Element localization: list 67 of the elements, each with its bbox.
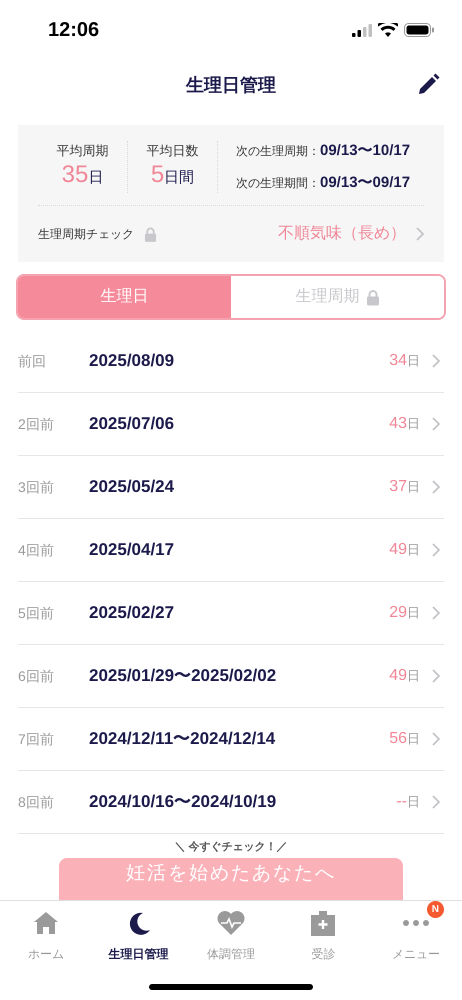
signal-icon: [352, 24, 372, 36]
stat-value: 35日: [62, 162, 104, 186]
cycle-days: 29日: [389, 601, 420, 625]
cycle-days: --日: [396, 790, 420, 814]
more-icon: [402, 919, 430, 927]
medical-kit-icon: [311, 910, 336, 936]
lock-icon: [144, 226, 157, 242]
heart-pulse-icon: [216, 910, 246, 936]
chevron-right-icon: [432, 795, 440, 809]
prediction-label: 次の生理周期：: [236, 142, 320, 160]
chevron-right-icon: [432, 354, 440, 368]
history-row[interactable]: 2回前 2025/07/06 43日: [18, 393, 444, 456]
history-label: 4回前: [18, 540, 55, 560]
battery-icon: [404, 23, 434, 37]
history-row[interactable]: 前回 2025/08/09 34日: [18, 330, 444, 393]
page-title: 生理日管理: [186, 74, 276, 96]
history-date: 2025/07/06: [89, 413, 174, 436]
history-label: 7回前: [18, 730, 55, 748]
history-date: 2025/02/27: [89, 602, 174, 624]
lock-icon: [366, 288, 380, 306]
history-date: 2024/10/16〜2024/10/19: [89, 791, 276, 814]
prediction-value: 09/13〜09/17: [320, 173, 410, 193]
chevron-right-icon: [432, 669, 440, 683]
cycle-days: 37日: [389, 475, 420, 499]
banner-caption: ＼ 今すぐチェック！／: [174, 840, 288, 854]
stat-value: 5日間: [150, 162, 194, 186]
cycle-check-label: 生理周期チェック: [38, 226, 134, 243]
cycle-days: 34日: [389, 349, 420, 373]
cycle-days: 49日: [389, 538, 420, 562]
status-time: 12:06: [48, 18, 100, 43]
chevron-right-icon: [432, 543, 440, 557]
history-label: 8回前: [18, 792, 55, 812]
prediction-label: 次の生理期間：: [236, 175, 320, 192]
history-label: 前回: [18, 352, 47, 370]
history-label: 3回前: [18, 478, 55, 496]
chevron-right-icon: [416, 227, 424, 241]
home-icon: [33, 911, 60, 935]
history-label: 5回前: [18, 604, 55, 622]
chevron-right-icon: [432, 480, 440, 494]
history-date: 2025/08/09: [89, 350, 174, 372]
wifi-icon: [378, 23, 398, 37]
prediction-value: 09/13〜10/17: [320, 140, 410, 160]
history-date: 2025/01/29〜2025/02/02: [89, 665, 276, 688]
notification-badge: N: [426, 901, 444, 918]
history-date: 2025/04/17: [89, 539, 174, 562]
cycle-days: 49日: [389, 664, 420, 688]
history-label: 2回前: [18, 414, 55, 434]
history-row[interactable]: 4回前 2025/04/17 49日: [18, 519, 444, 582]
history-date: 2024/12/11〜2024/12/14: [89, 728, 276, 750]
cycle-check-row[interactable]: 生理周期チェック 不順気味（長め）: [38, 206, 424, 262]
stat-label: 平均日数: [146, 142, 198, 160]
stat-label: 平均周期: [56, 142, 108, 160]
chevron-right-icon: [432, 417, 440, 431]
tab-bar-item[interactable]: 生理日管理: [92, 901, 185, 965]
chevron-right-icon: [432, 732, 440, 746]
history-row[interactable]: 3回前 2025/05/24 37日: [18, 456, 444, 519]
cycle-days: 56日: [389, 727, 420, 751]
history-row[interactable]: 8回前 2024/10/16〜2024/10/19 --日: [18, 771, 444, 834]
history-row[interactable]: 5回前 2025/02/27 29日: [18, 582, 444, 645]
history-row[interactable]: 7回前 2024/12/11〜2024/12/14 56日: [18, 708, 444, 771]
history-label: 6回前: [18, 666, 55, 686]
history-row[interactable]: 6回前 2025/01/29〜2025/02/02 49日: [18, 645, 444, 708]
history-date: 2025/05/24: [89, 476, 174, 498]
pencil-icon: [416, 73, 440, 97]
chevron-right-icon: [432, 606, 440, 620]
cycle-check-result: 不順気味（長め）: [278, 224, 406, 244]
cycle-days: 43日: [389, 412, 420, 436]
